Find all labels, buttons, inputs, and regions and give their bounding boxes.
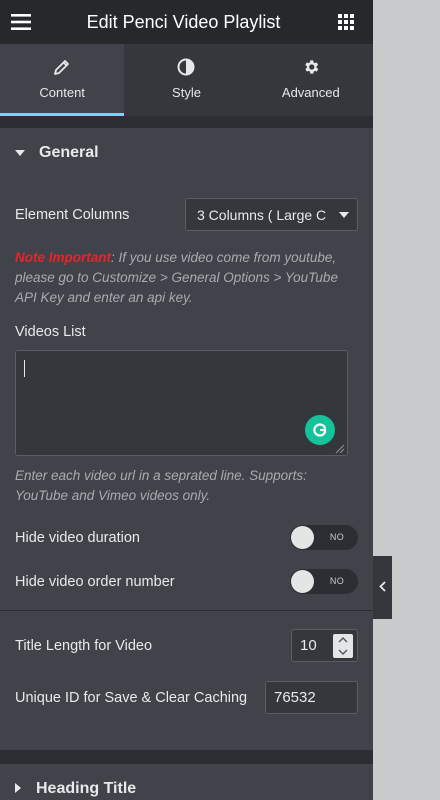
divider <box>0 610 373 611</box>
note-important-label: Note Important <box>15 250 111 265</box>
section-title: Heading Title <box>36 780 137 797</box>
title-length-row: Title Length for Video 10 <box>15 629 358 662</box>
contrast-icon <box>177 58 195 79</box>
title-length-label: Title Length for Video <box>15 637 153 654</box>
element-columns-select[interactable]: 3 Columns ( Large C <box>185 198 358 231</box>
select-value: 3 Columns ( Large C <box>197 206 327 223</box>
videos-list-textarea[interactable] <box>15 350 348 456</box>
element-columns-label: Element Columns <box>15 206 130 223</box>
element-columns-row: Element Columns 3 Columns ( Large C <box>15 198 358 231</box>
hide-duration-label: Hide video duration <box>15 529 140 546</box>
panel-tabs: Content Style Advanced <box>0 44 373 116</box>
grid-icon[interactable] <box>331 7 361 37</box>
title-length-input[interactable]: 10 <box>291 629 358 662</box>
text-cursor <box>24 360 25 377</box>
hide-order-row: Hide video order number NO <box>15 568 358 595</box>
unique-id-input[interactable]: 76532 <box>265 681 358 714</box>
tab-label: Advanced <box>281 84 340 100</box>
tab-advanced[interactable]: Advanced <box>249 44 373 116</box>
youtube-api-note: Note Important: If you use video come fr… <box>15 248 358 308</box>
top-bar: Edit Penci Video Playlist <box>0 0 373 44</box>
videos-help-text: Enter each video url in a seprated line.… <box>15 468 307 503</box>
spacer <box>0 750 373 764</box>
chevron-down-icon <box>339 211 349 218</box>
section-title: General <box>39 144 99 161</box>
spacer <box>0 116 373 128</box>
chevron-up-icon <box>338 636 348 642</box>
section-general-body: Element Columns 3 Columns ( Large C Note… <box>0 178 373 750</box>
unique-id-label: Unique ID for Save & Clear Caching <box>15 689 248 706</box>
hide-duration-toggle[interactable]: NO <box>290 525 358 550</box>
resize-handle-icon[interactable] <box>333 441 345 454</box>
hide-duration-row: Hide video duration NO <box>15 524 358 551</box>
number-spinner[interactable] <box>333 633 353 658</box>
caret-right-icon <box>15 780 22 798</box>
toggle-knob <box>291 526 314 549</box>
preview-area <box>373 0 440 800</box>
editor-panel: Edit Penci Video Playlist Content Style <box>0 0 373 800</box>
collapse-panel-button[interactable] <box>373 556 392 619</box>
gear-icon <box>302 58 320 79</box>
tab-content[interactable]: Content <box>0 44 125 116</box>
hide-order-label: Hide video order number <box>15 573 175 590</box>
tab-style[interactable]: Style <box>124 44 248 116</box>
panel-title: Edit Penci Video Playlist <box>86 11 281 32</box>
tab-label: Style <box>172 84 201 100</box>
section-general-toggle[interactable]: General <box>0 128 373 178</box>
toggle-state: NO <box>329 532 344 542</box>
toggle-knob <box>291 570 314 593</box>
chevron-left-icon <box>379 579 386 597</box>
section-heading-title-toggle[interactable]: Heading Title <box>0 764 373 800</box>
hide-order-toggle[interactable]: NO <box>290 569 358 594</box>
unique-id-row: Unique ID for Save & Clear Caching 76532 <box>15 681 358 714</box>
pencil-icon <box>53 58 71 79</box>
chevron-down-icon <box>338 649 348 655</box>
caret-down-icon <box>15 144 25 162</box>
hamburger-icon[interactable] <box>6 7 36 37</box>
title-length-value: 10 <box>300 637 317 654</box>
tab-label: Content <box>39 84 85 100</box>
videos-list-label: Videos List <box>15 324 86 340</box>
toggle-state: NO <box>329 576 344 586</box>
grammarly-icon[interactable] <box>305 415 335 445</box>
